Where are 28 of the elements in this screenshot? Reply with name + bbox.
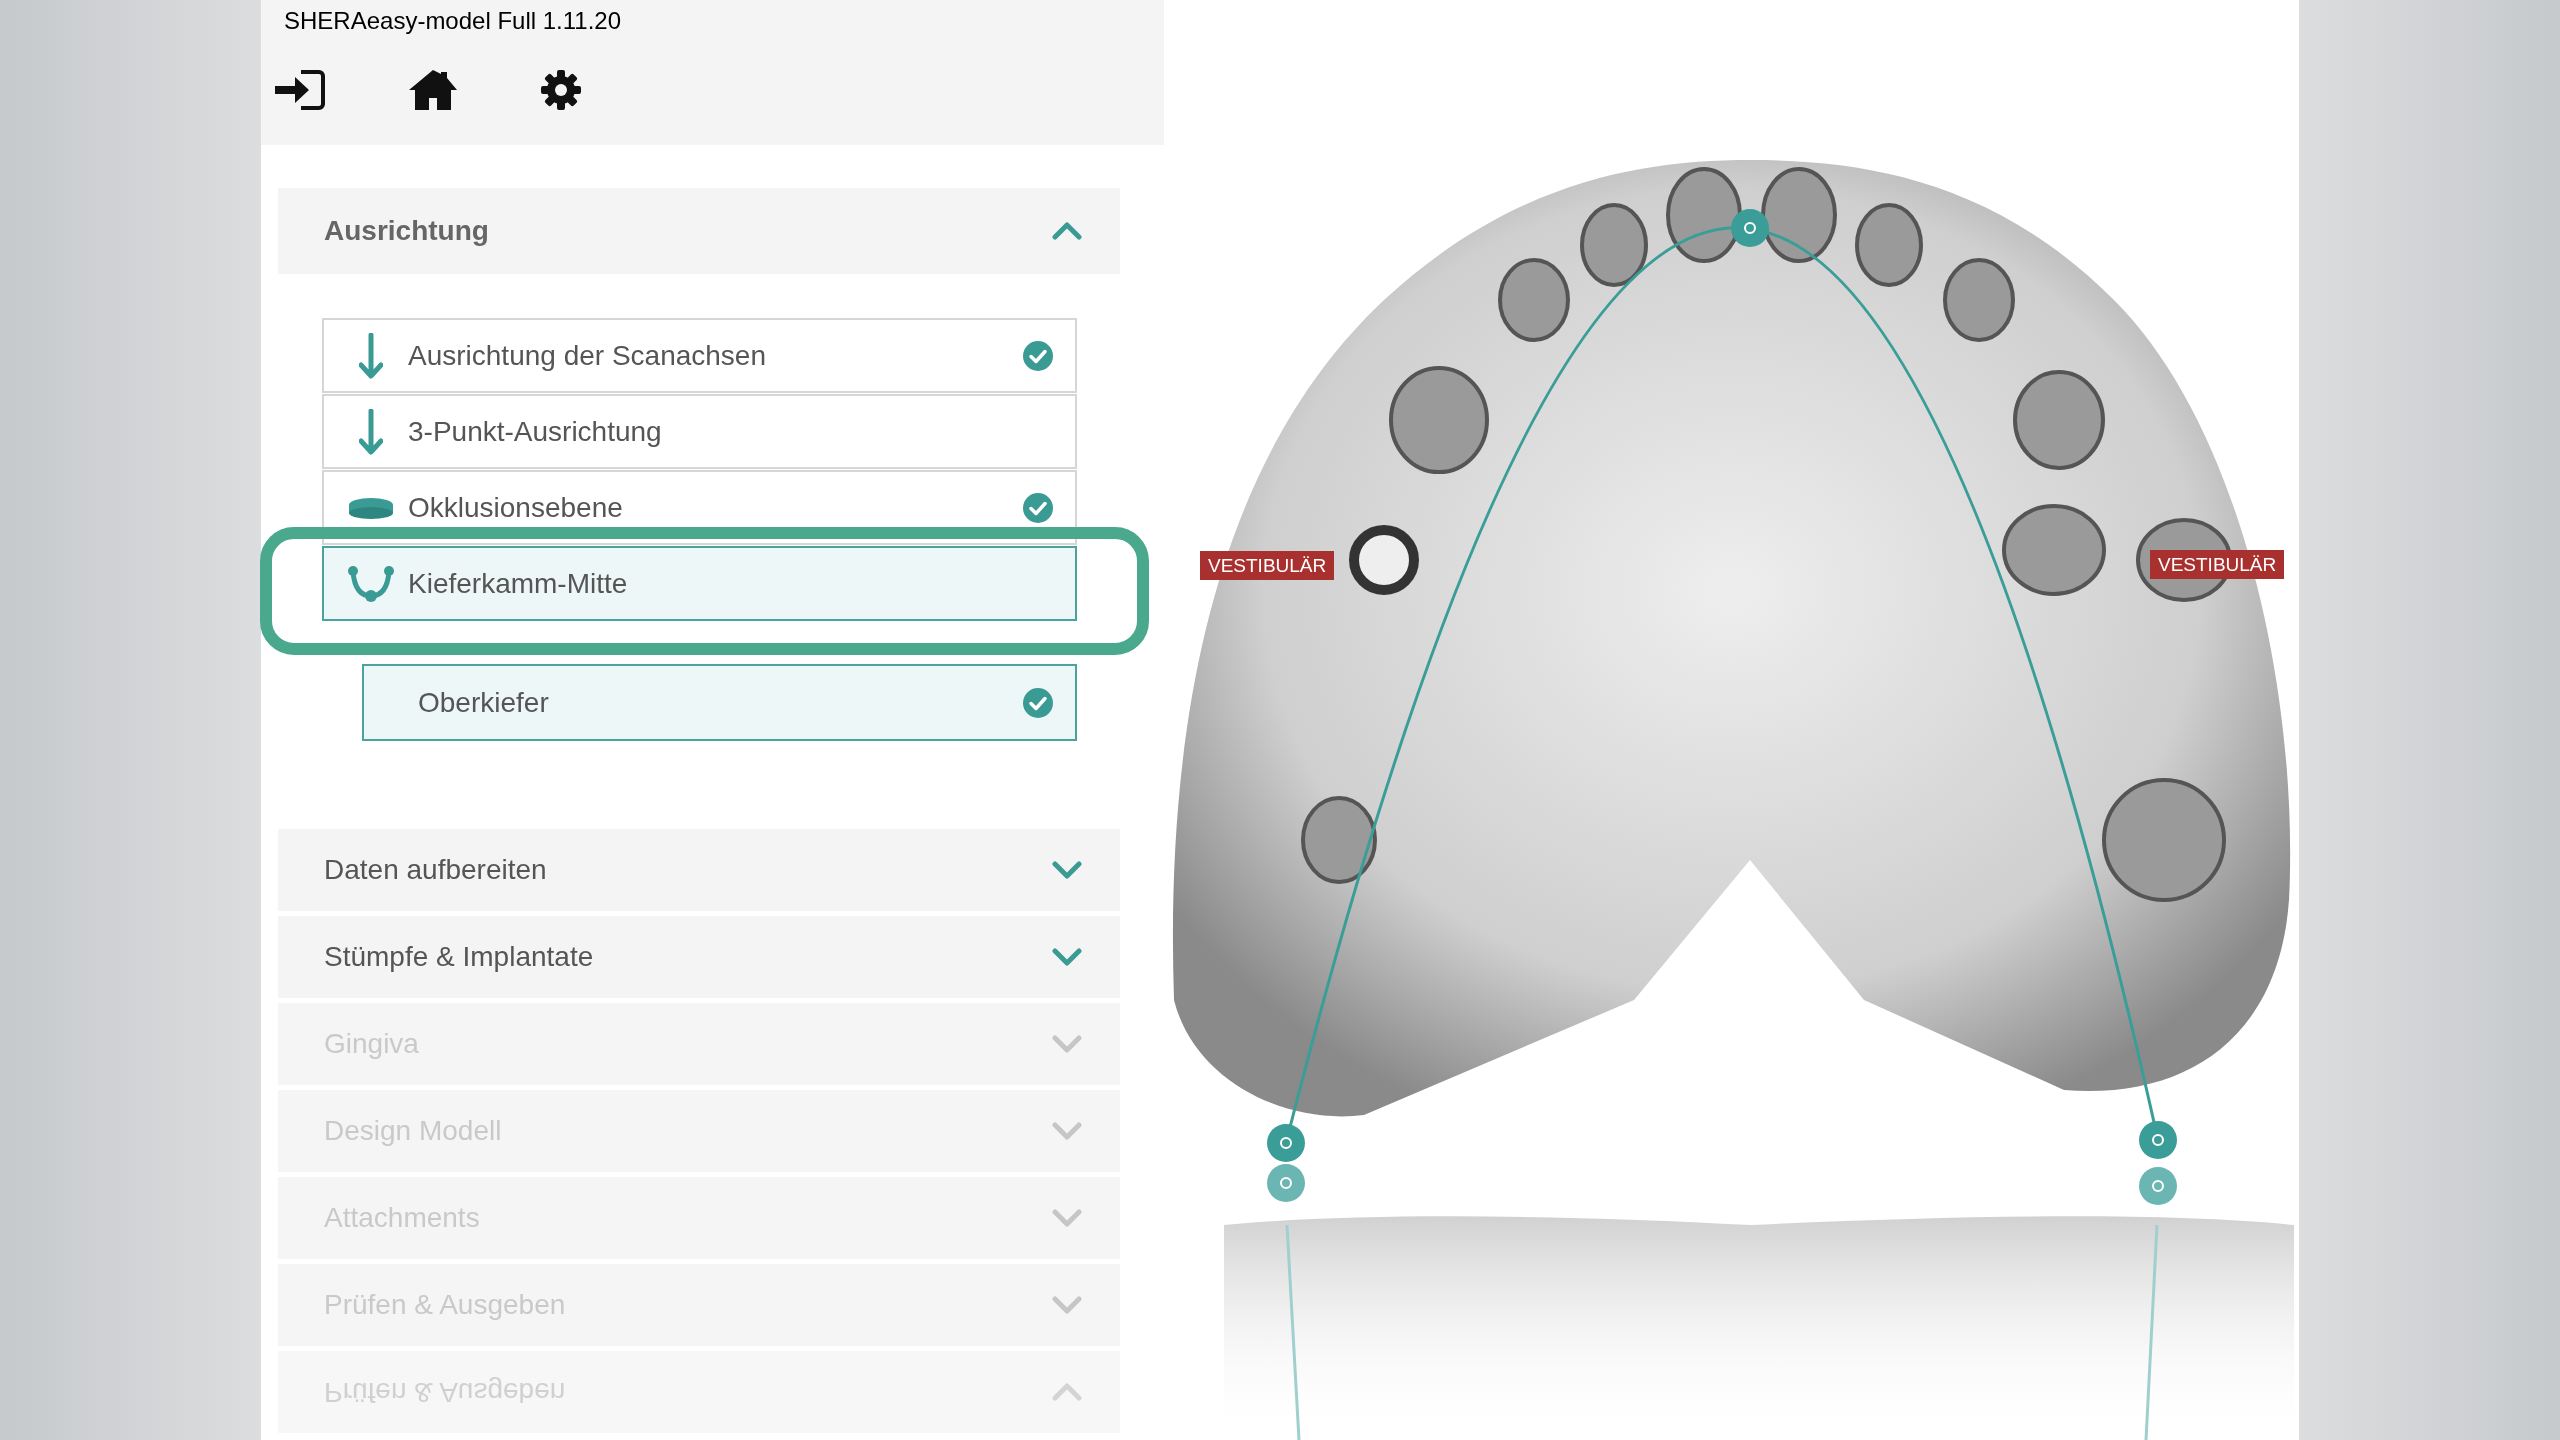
side-label: VESTIBULÄR: [1200, 551, 1335, 580]
arrow-down-icon: [359, 332, 383, 379]
section-header[interactable]: Daten aufbereiten: [278, 829, 1120, 911]
control-point[interactable]: [1267, 1124, 1305, 1162]
settings-icon[interactable]: [539, 68, 583, 112]
chevron-down-icon: [1052, 1033, 1082, 1055]
chevron-down-icon: [1052, 859, 1082, 881]
home-icon[interactable]: [407, 68, 459, 112]
chevron-down-icon: [1052, 1294, 1082, 1316]
chevron-down-icon: [1052, 946, 1082, 968]
control-point[interactable]: [2139, 1121, 2177, 1159]
side-label: VESTIBULÄR: [2150, 550, 2285, 579]
chevron-up-icon: [1052, 220, 1082, 242]
arch-curve-icon: [347, 563, 395, 604]
step-item[interactable]: Kieferkamm-Mitte: [322, 546, 1077, 621]
step-item[interactable]: Ausrichtung der Scanachsen: [322, 318, 1077, 393]
section-header[interactable]: Stümpfe & Implantate: [278, 916, 1120, 998]
arrow-down-icon: [359, 408, 383, 455]
step-item[interactable]: 3-Punkt-Ausrichtung: [322, 394, 1077, 469]
login-icon[interactable]: [273, 68, 327, 112]
sub-step-item[interactable]: Oberkiefer: [362, 664, 1077, 741]
chevron-down-icon: [1052, 1120, 1082, 1142]
section-header[interactable]: Ausrichtung: [278, 188, 1120, 274]
disc-icon: [347, 495, 395, 520]
chevron-down-icon: [1052, 1207, 1082, 1229]
control-point[interactable]: [1731, 209, 1769, 247]
window-title: SHERAeasy-model Full 1.11.20: [284, 6, 622, 36]
chevron-icon: [1052, 1381, 1082, 1403]
